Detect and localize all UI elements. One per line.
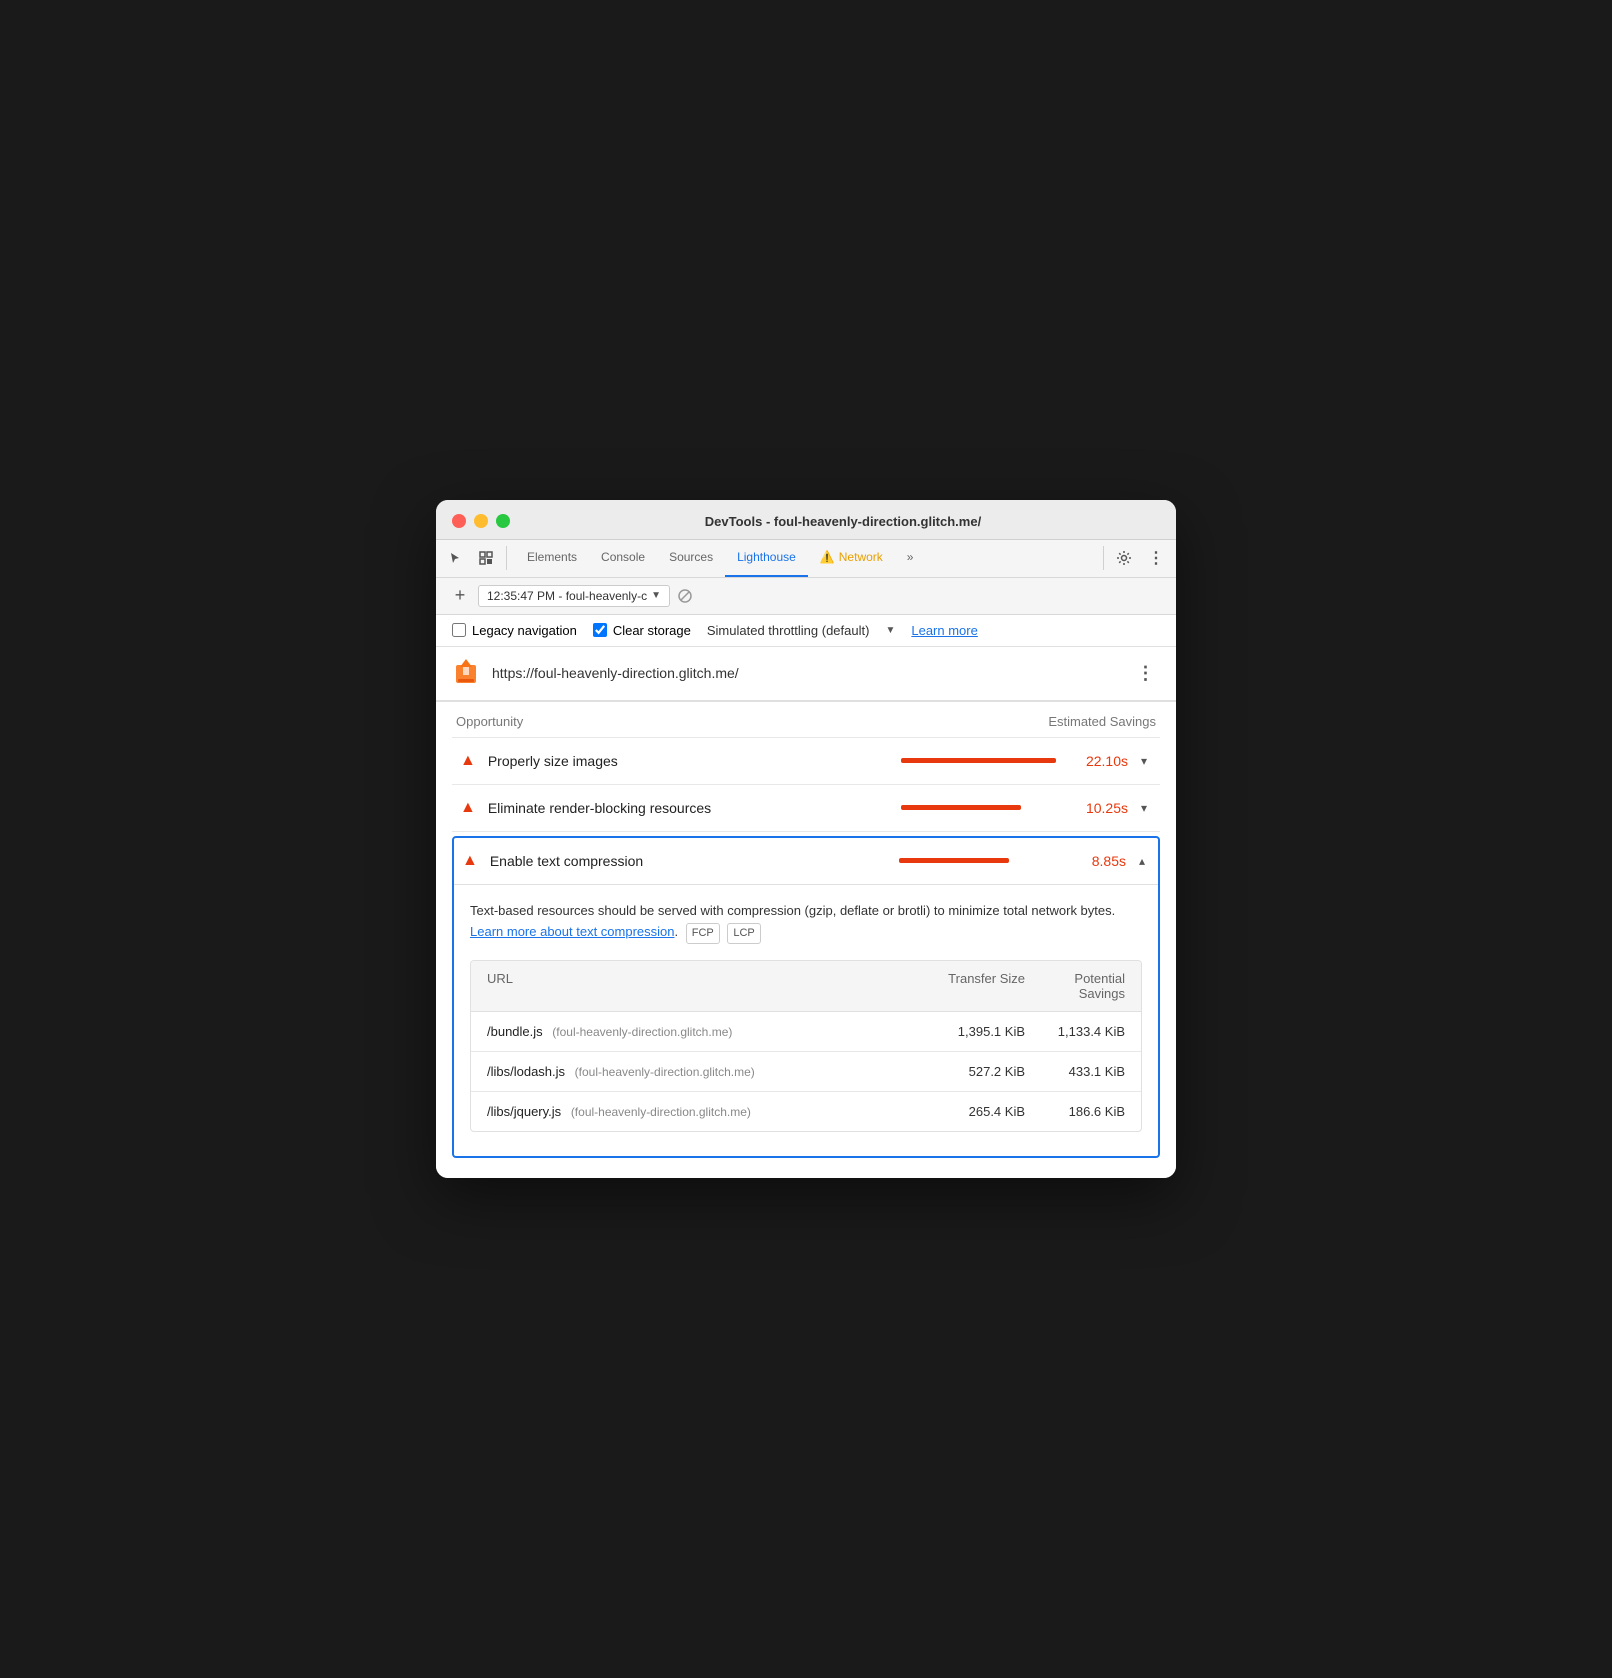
tab-more[interactable]: » (895, 540, 926, 577)
warning-triangle-icon: ▲ (460, 799, 476, 817)
settings-icon[interactable] (1112, 546, 1136, 570)
row-transfer: 527.2 KiB (935, 1064, 1025, 1079)
add-session-button[interactable]: + (448, 584, 472, 608)
more-options-icon[interactable]: ⋮ (1144, 546, 1168, 570)
tab-sources[interactable]: Sources (657, 540, 725, 577)
window-title: DevTools - foul-heavenly-direction.glitc… (526, 514, 1160, 529)
chevron-up-icon: ▴ (1134, 854, 1150, 868)
opportunity-label: Opportunity (456, 714, 523, 729)
lcp-badge: LCP (727, 923, 760, 945)
tab-console[interactable]: Console (589, 540, 657, 577)
titlebar: DevTools - foul-heavenly-direction.glitc… (436, 500, 1176, 540)
tabs-list: Elements Console Sources Lighthouse ⚠️ N… (515, 540, 1095, 577)
fcp-badge: FCP (686, 923, 720, 945)
clear-storage-checkbox[interactable] (593, 623, 607, 637)
devtools-tabs-bar: Elements Console Sources Lighthouse ⚠️ N… (436, 540, 1176, 578)
legacy-navigation-checkbox-group[interactable]: Legacy navigation (452, 623, 577, 638)
opportunity-row-enable-text-compression[interactable]: ▲ Enable text compression 8.85s ▴ (454, 838, 1158, 885)
row-savings: 1,133.4 KiB (1025, 1024, 1125, 1039)
table-header: URL Transfer Size Potential Savings (471, 961, 1141, 1012)
chevron-down-icon: ▾ (1136, 754, 1152, 768)
legacy-navigation-checkbox[interactable] (452, 623, 466, 637)
tab-lighthouse[interactable]: Lighthouse (725, 540, 808, 577)
savings-value: 10.25s (1073, 800, 1128, 816)
row-savings: 433.1 KiB (1025, 1064, 1125, 1079)
table-row[interactable]: /libs/lodash.js (foul-heavenly-direction… (471, 1052, 1141, 1092)
tab-icons-group (444, 546, 507, 570)
opportunity-header: Opportunity Estimated Savings (452, 702, 1160, 738)
clear-storage-checkbox-group[interactable]: Clear storage (593, 623, 691, 638)
learn-more-text-compression-link[interactable]: Learn more about text compression (470, 924, 675, 939)
block-icon[interactable] (676, 587, 694, 605)
page-url: https://foul-heavenly-direction.glitch.m… (492, 665, 1120, 681)
chevron-down-icon: ▾ (1136, 801, 1152, 815)
row-savings: 186.6 KiB (1025, 1104, 1125, 1119)
url-bar: https://foul-heavenly-direction.glitch.m… (436, 647, 1176, 702)
row-url: /libs/lodash.js (foul-heavenly-direction… (487, 1064, 935, 1079)
close-button[interactable] (452, 514, 466, 528)
opportunity-title: Eliminate render-blocking resources (488, 800, 901, 816)
savings-bar-container (899, 858, 1059, 863)
tabs-right-controls: ⋮ (1103, 546, 1168, 570)
estimated-savings-label: Estimated Savings (1048, 714, 1156, 729)
warning-triangle-icon: ▲ (460, 752, 476, 770)
minimize-button[interactable] (474, 514, 488, 528)
savings-bar (901, 758, 1056, 763)
tab-network[interactable]: ⚠️ Network (808, 540, 895, 577)
col-header-url: URL (487, 971, 935, 1001)
maximize-button[interactable] (496, 514, 510, 528)
opportunity-title: Enable text compression (490, 853, 899, 869)
row-transfer: 265.4 KiB (935, 1104, 1025, 1119)
opportunity-row-enable-text-compression-wrapper: ▲ Enable text compression 8.85s ▴ Text-b… (452, 836, 1160, 1158)
warning-triangle-icon: ▲ (462, 852, 478, 870)
devtools-window: DevTools - foul-heavenly-direction.glitc… (436, 500, 1176, 1178)
row-transfer: 1,395.1 KiB (935, 1024, 1025, 1039)
session-toolbar: + 12:35:47 PM - foul-heavenly-c ▼ (436, 578, 1176, 615)
cursor-icon[interactable] (444, 546, 468, 570)
url-more-options-button[interactable]: ⋮ (1132, 659, 1160, 687)
savings-bar-container (901, 805, 1061, 810)
description-text: Text-based resources should be served wi… (470, 901, 1142, 944)
inspector-icon[interactable] (474, 546, 498, 570)
savings-bar (901, 805, 1021, 810)
lighthouse-logo-icon (452, 657, 480, 690)
expanded-section-enable-text-compression: Text-based resources should be served wi… (454, 885, 1158, 1148)
network-warning-icon: ⚠️ (820, 550, 835, 564)
session-dropdown-arrow: ▼ (651, 590, 661, 601)
opportunity-row-eliminate-render-blocking[interactable]: ▲ Eliminate render-blocking resources 10… (452, 785, 1160, 832)
toolbar2-left: + 12:35:47 PM - foul-heavenly-c ▼ (448, 584, 1164, 608)
tab-elements[interactable]: Elements (515, 540, 589, 577)
row-url: /libs/jquery.js (foul-heavenly-direction… (487, 1104, 935, 1119)
savings-bar-container (901, 758, 1061, 763)
content-area: Opportunity Estimated Savings ▲ Properly… (436, 702, 1176, 1178)
savings-value: 8.85s (1071, 853, 1126, 869)
opportunity-title: Properly size images (488, 753, 901, 769)
col-header-savings: Potential Savings (1025, 971, 1125, 1001)
savings-value: 22.10s (1073, 753, 1128, 769)
throttling-label: Simulated throttling (default) (707, 623, 870, 638)
throttling-dropdown-arrow[interactable]: ▼ (885, 625, 895, 636)
learn-more-link[interactable]: Learn more (911, 623, 977, 638)
table-row[interactable]: /libs/jquery.js (foul-heavenly-direction… (471, 1092, 1141, 1131)
session-selector[interactable]: 12:35:47 PM - foul-heavenly-c ▼ (478, 585, 670, 607)
table-row[interactable]: /bundle.js (foul-heavenly-direction.glit… (471, 1012, 1141, 1052)
options-bar: Legacy navigation Clear storage Simulate… (436, 615, 1176, 647)
opportunity-row-properly-size-images[interactable]: ▲ Properly size images 22.10s ▾ (452, 738, 1160, 785)
traffic-lights (452, 514, 510, 528)
row-url: /bundle.js (foul-heavenly-direction.glit… (487, 1024, 935, 1039)
savings-bar (899, 858, 1009, 863)
compression-data-table: URL Transfer Size Potential Savings /bun… (470, 960, 1142, 1132)
col-header-transfer: Transfer Size (935, 971, 1025, 1001)
